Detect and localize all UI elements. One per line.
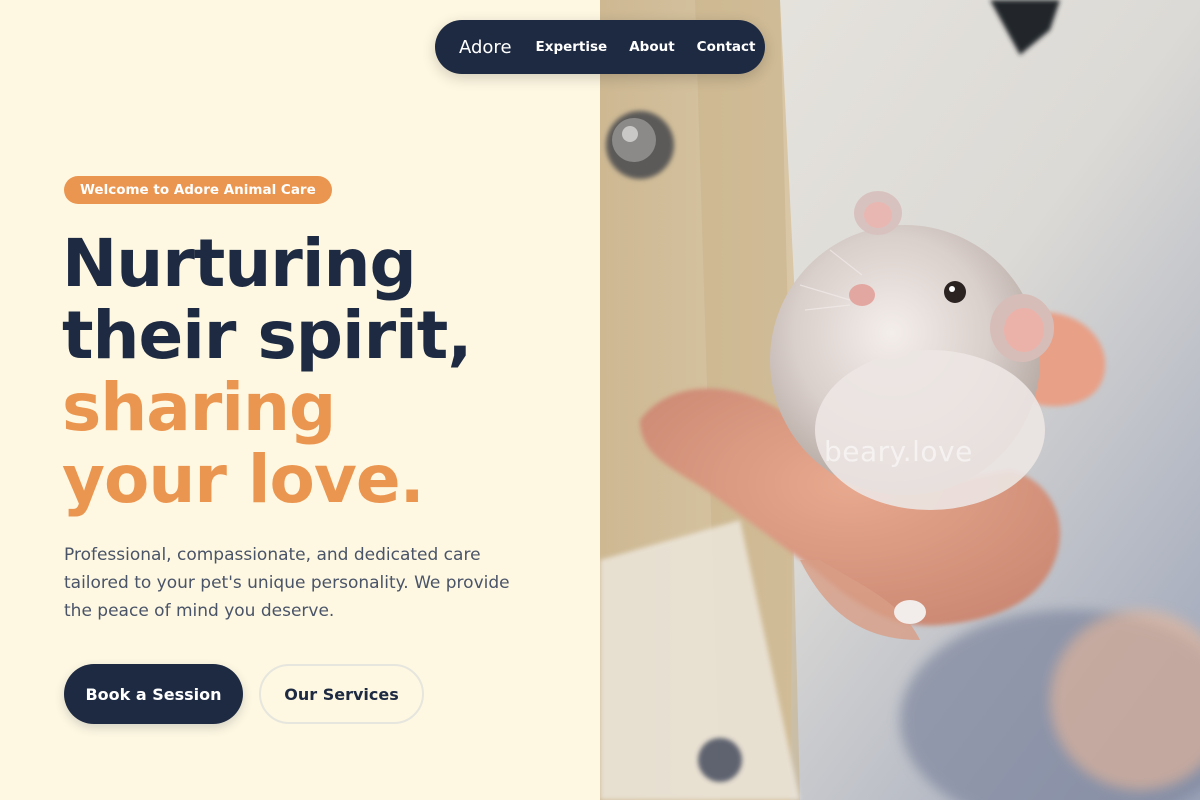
hamster-in-hand-photo (600, 0, 1200, 800)
welcome-badge: Welcome to Adore Animal Care (64, 176, 332, 204)
nav-link-expertise[interactable]: Expertise (536, 39, 608, 55)
headline-line: Nurturing (62, 225, 417, 302)
nav-link-about[interactable]: About (629, 39, 674, 55)
watermark-text: beary.love (824, 435, 973, 468)
headline-accent-line: sharing (62, 369, 336, 446)
hero-photo-panel: beary.love (600, 0, 1200, 800)
headline-line: their spirit, (62, 297, 472, 374)
main-navigation: Adore Expertise About Contact (435, 20, 765, 74)
book-session-button[interactable]: Book a Session (64, 664, 243, 724)
hero-headline: Nurturing their spirit, sharing your lov… (62, 228, 582, 516)
our-services-button[interactable]: Our Services (259, 664, 424, 724)
hero-left-panel: Welcome to Adore Animal Care Nurturing t… (0, 0, 600, 800)
nav-link-contact[interactable]: Contact (697, 39, 756, 55)
hero-description: Professional, compassionate, and dedicat… (64, 545, 510, 621)
headline-accent-line: your love. (62, 441, 425, 518)
brand-logo[interactable]: Adore (459, 37, 512, 58)
